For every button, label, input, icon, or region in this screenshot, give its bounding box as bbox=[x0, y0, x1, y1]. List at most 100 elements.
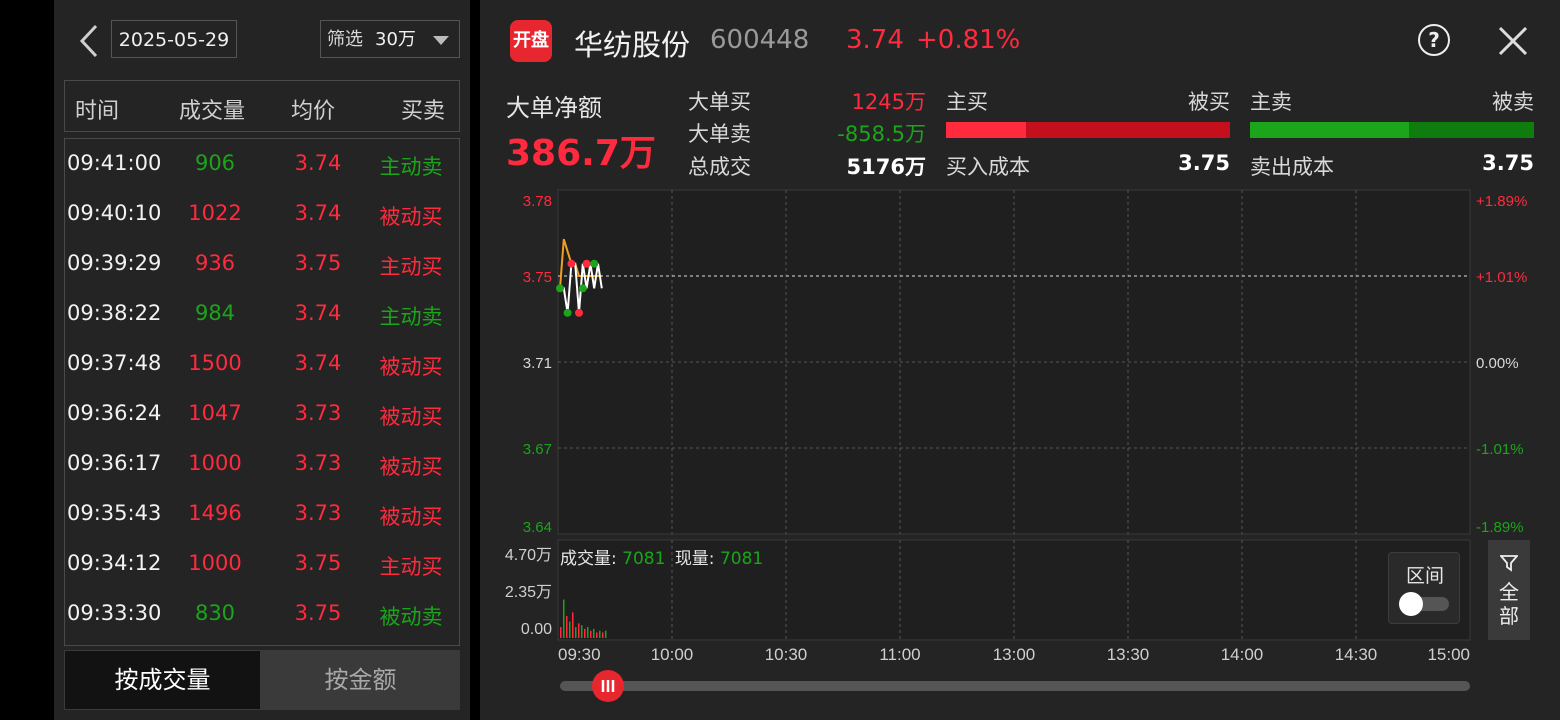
left-panel: 2025-05-29 筛选 30万 时间 成交量 均价 买卖 09:41:00 90… bbox=[54, 0, 470, 720]
percent-axis-label: -1.01% bbox=[1476, 441, 1524, 458]
price-axis-label: 3.67 bbox=[523, 441, 552, 458]
trade-marker bbox=[556, 284, 564, 293]
percent-axis-label: +1.89% bbox=[1476, 193, 1527, 210]
switch-knob[interactable] bbox=[1399, 592, 1423, 616]
range-switch[interactable] bbox=[1399, 592, 1449, 616]
price-axis-label: 3.78 bbox=[523, 193, 552, 210]
volume-bar bbox=[575, 627, 577, 638]
cell-type: 被动卖 bbox=[379, 605, 443, 629]
price-axis-label: 3.71 bbox=[523, 355, 552, 372]
right-panel: 开盘 华纺股份 600448 3.74 +0.81% ? 大单净额 386.7万… bbox=[480, 0, 1560, 720]
cell-volume: 936 bbox=[194, 251, 236, 275]
volume-bar bbox=[596, 632, 598, 638]
time-axis-label: 15:00 bbox=[1427, 645, 1470, 664]
cell-price: 3.73 bbox=[294, 451, 342, 475]
cell-type: 主动卖 bbox=[379, 155, 443, 179]
filter-dropdown[interactable]: 筛选 30万 bbox=[320, 20, 460, 58]
time-axis-label: 13:30 bbox=[1107, 645, 1150, 664]
volume-bar bbox=[602, 632, 604, 638]
volume-bar bbox=[563, 599, 565, 638]
cell-price: 3.74 bbox=[294, 351, 342, 375]
cell-time: 09:37:48 bbox=[67, 351, 162, 375]
header-volume: 成交量 bbox=[179, 99, 246, 124]
table-row[interactable]: 09:35:43 1496 3.73 被动买 bbox=[65, 489, 459, 539]
time-axis-label: 14:30 bbox=[1335, 645, 1378, 664]
filter-value: 30万 bbox=[375, 29, 416, 50]
table-row[interactable]: 09:36:24 1047 3.73 被动买 bbox=[65, 389, 459, 439]
percent-axis-label: -1.89% bbox=[1476, 519, 1524, 536]
percent-axis-label: 0.00% bbox=[1476, 355, 1519, 372]
trade-marker bbox=[582, 259, 591, 268]
time-axis-label: 09:30 bbox=[558, 645, 601, 664]
trade-marker bbox=[575, 308, 583, 317]
time-axis-label: 10:30 bbox=[765, 645, 808, 664]
volume-bar bbox=[566, 616, 568, 638]
table-row[interactable]: 09:39:29 936 3.75 主动买 bbox=[65, 239, 459, 289]
cell-time: 09:40:10 bbox=[67, 201, 162, 225]
time-axis-label: 10:00 bbox=[651, 645, 694, 664]
volume-bar bbox=[572, 612, 574, 638]
cell-price: 3.73 bbox=[294, 401, 342, 425]
time-scrubber-track[interactable] bbox=[560, 681, 1470, 691]
cell-type: 主动买 bbox=[379, 555, 443, 579]
volume-bar bbox=[578, 623, 580, 638]
volume-bar bbox=[593, 628, 595, 638]
trade-list[interactable]: 09:41:00 906 3.74 主动卖 09:40:10 1022 3.74 被动买 09:… bbox=[64, 138, 460, 646]
volume-bar bbox=[581, 625, 583, 638]
time-axis-label: 14:00 bbox=[1221, 645, 1264, 664]
percent-axis-label: +1.01% bbox=[1476, 269, 1527, 286]
price-axis-label: 3.75 bbox=[523, 269, 552, 286]
volume-axis-label: 4.70万 bbox=[505, 547, 552, 564]
cell-price: 3.74 bbox=[294, 201, 342, 225]
sort-by-volume-button[interactable]: 按成交量 bbox=[64, 650, 261, 710]
table-row[interactable]: 09:38:22 984 3.74 主动卖 bbox=[65, 289, 459, 339]
table-header: 时间 成交量 均价 买卖 bbox=[64, 80, 460, 132]
current-volume-value: 7081 bbox=[719, 549, 764, 569]
time-axis-label: 11:00 bbox=[879, 645, 920, 664]
header-type: 买卖 bbox=[401, 99, 446, 124]
cell-volume: 1000 bbox=[188, 451, 242, 475]
sort-by-amount-button[interactable]: 按金额 bbox=[261, 650, 460, 710]
all-label-2: 部 bbox=[1499, 604, 1519, 628]
volume-bar bbox=[560, 627, 562, 638]
filter-icon bbox=[1500, 555, 1518, 572]
cell-price: 3.75 bbox=[294, 551, 342, 575]
cell-type: 被动买 bbox=[379, 355, 443, 379]
cell-type: 被动买 bbox=[379, 455, 443, 479]
table-row[interactable]: 09:36:17 1000 3.73 被动买 bbox=[65, 439, 459, 489]
cell-volume: 1047 bbox=[188, 401, 242, 425]
cell-price: 3.74 bbox=[294, 151, 342, 175]
volume-bar bbox=[584, 628, 586, 638]
volume-bar bbox=[605, 630, 607, 638]
table-row[interactable]: 09:33:30 830 3.75 被动卖 bbox=[65, 589, 459, 639]
trade-marker bbox=[578, 284, 587, 293]
table-row[interactable]: 09:41:00 906 3.74 主动卖 bbox=[65, 139, 459, 189]
cell-price: 3.75 bbox=[294, 251, 342, 275]
header-price: 均价 bbox=[291, 99, 336, 124]
cell-type: 主动卖 bbox=[379, 305, 443, 329]
table-row[interactable]: 09:37:48 1500 3.74 被动买 bbox=[65, 339, 459, 389]
cell-time: 09:36:17 bbox=[67, 451, 162, 475]
time-scrubber-handle[interactable] bbox=[592, 670, 624, 702]
grip-icon bbox=[601, 680, 615, 692]
cell-volume: 1500 bbox=[188, 351, 242, 375]
date-picker[interactable]: 2025-05-29 bbox=[111, 20, 237, 58]
filter-label: 筛选 bbox=[327, 29, 363, 50]
price-axis-label: 3.64 bbox=[523, 519, 552, 536]
cell-type: 被动买 bbox=[379, 505, 443, 529]
back-icon[interactable] bbox=[72, 22, 106, 60]
cell-volume: 984 bbox=[194, 301, 236, 325]
volume-axis-label: 0.00 bbox=[521, 621, 552, 638]
table-row[interactable]: 09:34:12 1000 3.75 主动买 bbox=[65, 539, 459, 589]
time-axis-label: 13:00 bbox=[993, 645, 1036, 664]
cell-time: 09:34:12 bbox=[67, 551, 162, 575]
cell-time: 09:36:24 bbox=[67, 401, 162, 425]
range-toggle[interactable]: 区间 bbox=[1388, 552, 1460, 624]
cell-time: 09:33:30 bbox=[67, 601, 162, 625]
cell-volume: 1496 bbox=[188, 501, 242, 525]
table-row[interactable]: 09:40:10 1022 3.74 被动买 bbox=[65, 189, 459, 239]
cell-time: 09:39:29 bbox=[67, 251, 162, 275]
all-filter-button[interactable]: 全 部 bbox=[1488, 540, 1530, 640]
volume-bar bbox=[590, 630, 592, 638]
cell-time: 09:38:22 bbox=[67, 301, 162, 325]
